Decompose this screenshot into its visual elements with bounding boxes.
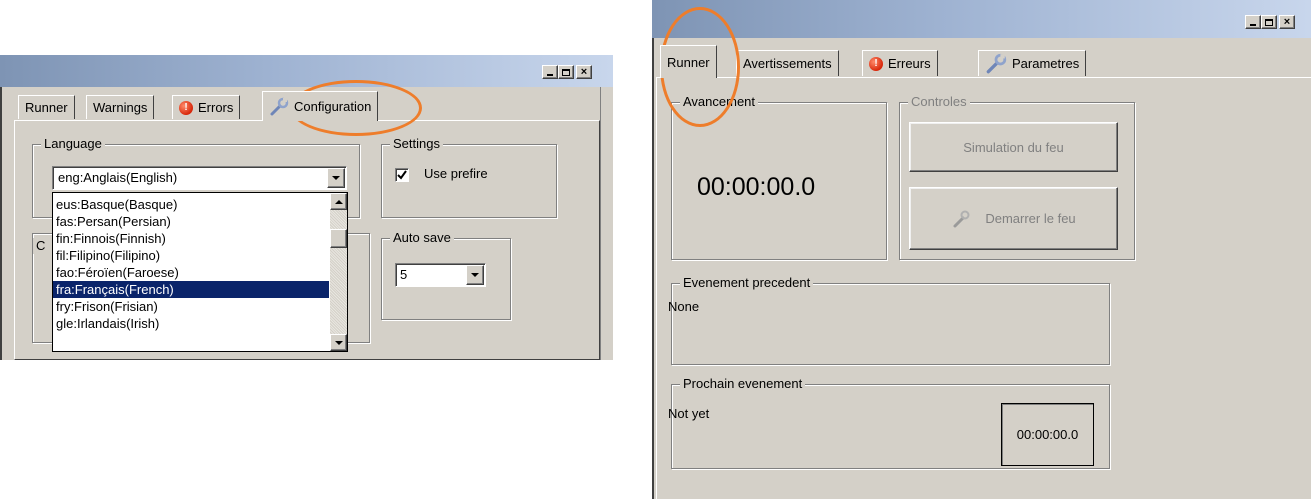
auto-save-value: 5 — [400, 267, 408, 282]
language-option[interactable]: fin:Finnois(Finnish) — [53, 230, 329, 247]
dropdown-arrow-icon — [332, 176, 340, 180]
error-icon: ! — [179, 100, 193, 115]
auto-save-select[interactable]: 5 — [395, 263, 486, 287]
language-option[interactable]: gle:Irlandais(Irish) — [53, 315, 329, 332]
language-option[interactable]: fao:Féroïen(Faroese) — [53, 264, 329, 281]
minimize-button[interactable] — [1245, 15, 1261, 29]
language-option[interactable]: fas:Persan(Persian) — [53, 213, 329, 230]
checkbox-check-icon — [397, 170, 407, 180]
wrench-icon — [986, 53, 1007, 73]
next-event-value: Not yet — [668, 406, 710, 421]
tab-avertissements-label: Avertissements — [743, 56, 832, 71]
scroll-down-button[interactable] — [330, 334, 347, 351]
dropdown-scrollbar[interactable] — [330, 193, 347, 351]
left-window: × Runner Warnings ! Errors Configuration… — [0, 55, 613, 360]
error-icon: ! — [869, 56, 883, 71]
tab-erreurs-label: Erreurs — [888, 56, 931, 71]
wrench-icon — [953, 210, 970, 227]
left-title-bar — [0, 55, 613, 87]
scroll-down-icon — [334, 340, 343, 345]
obscured-group-legend: C — [33, 238, 49, 254]
right-window: × Runner Avertissements ! Erreurs Parame… — [652, 0, 1311, 499]
close-button[interactable]: × — [1279, 15, 1295, 29]
auto-save-dropdown-button[interactable] — [466, 265, 484, 285]
language-selected-value: eng:Anglais(English) — [58, 170, 178, 185]
auto-save-legend: Auto save — [390, 230, 454, 246]
next-event-timer-box: 00:00:00.0 — [1001, 403, 1094, 466]
language-select[interactable]: eng:Anglais(English) — [52, 166, 347, 190]
previous-event-legend: Evenement precedent — [680, 275, 814, 291]
simulation-button[interactable]: Simulation du feu — [909, 122, 1118, 172]
left-window-right-edge — [600, 87, 601, 360]
language-options: eus:Basque(Basque) fas:Persan(Persian) f… — [53, 196, 329, 332]
tab-runner[interactable]: Runner — [660, 45, 717, 78]
close-button[interactable]: × — [576, 65, 592, 79]
start-fire-button-label: Demarrer le feu — [985, 211, 1076, 226]
start-fire-button[interactable]: Demarrer le feu — [909, 187, 1118, 250]
tab-runner-label: Runner — [25, 100, 68, 115]
left-window-edge — [0, 87, 2, 360]
tab-configuration[interactable]: Configuration — [262, 91, 379, 121]
use-prefire-label: Use prefire — [424, 166, 488, 181]
right-window-edge — [652, 38, 654, 499]
language-option[interactable]: eus:Basque(Basque) — [53, 196, 329, 213]
tab-runner-label: Runner — [667, 54, 710, 70]
tab-runner[interactable]: Runner — [18, 95, 75, 119]
tab-warnings[interactable]: Warnings — [86, 95, 155, 119]
scroll-up-icon — [334, 199, 343, 204]
settings-legend: Settings — [390, 136, 443, 152]
previous-event-group: Evenement precedent — [671, 275, 1110, 365]
language-option-selected[interactable]: fra:Français(French) — [53, 281, 329, 298]
progress-legend: Avancement — [680, 94, 759, 110]
simulation-button-label: Simulation du feu — [963, 139, 1064, 155]
left-window-controls: × — [542, 65, 592, 79]
previous-event-value: None — [668, 299, 700, 314]
tab-configuration-label: Configuration — [294, 99, 372, 114]
language-dropdown-button[interactable] — [327, 168, 345, 188]
minimize-button[interactable] — [542, 65, 558, 79]
next-event-timer: 00:00:00.0 — [1016, 427, 1079, 442]
language-option[interactable]: fry:Frison(Frisian) — [53, 298, 329, 315]
use-prefire-checkbox[interactable] — [395, 168, 409, 182]
controls-legend: Controles — [908, 94, 970, 110]
right-window-controls: × — [1245, 15, 1295, 29]
progress-timer: 00:00:00.0 — [697, 173, 816, 201]
tab-errors-label: Errors — [198, 100, 234, 115]
tab-avertissements[interactable]: Avertissements — [736, 50, 839, 76]
tab-warnings-label: Warnings — [93, 100, 148, 115]
scroll-thumb[interactable] — [330, 229, 347, 248]
tab-parametres-label: Parametres — [1012, 56, 1080, 71]
tab-errors[interactable]: ! Errors — [172, 95, 241, 119]
dropdown-arrow-icon — [471, 273, 479, 277]
maximize-button[interactable] — [558, 65, 574, 79]
maximize-button[interactable] — [1261, 15, 1277, 29]
language-option[interactable]: fil:Filipino(Filipino) — [53, 247, 329, 264]
tab-parametres[interactable]: Parametres — [978, 50, 1087, 76]
scroll-up-button[interactable] — [330, 193, 347, 210]
tab-erreurs[interactable]: ! Erreurs — [862, 50, 938, 76]
right-title-bar — [652, 0, 1311, 38]
wrench-icon — [270, 97, 289, 115]
next-event-legend: Prochain evenement — [680, 376, 806, 392]
language-legend: Language — [41, 136, 105, 152]
language-dropdown-list[interactable]: eus:Basque(Basque) fas:Persan(Persian) f… — [52, 192, 348, 352]
